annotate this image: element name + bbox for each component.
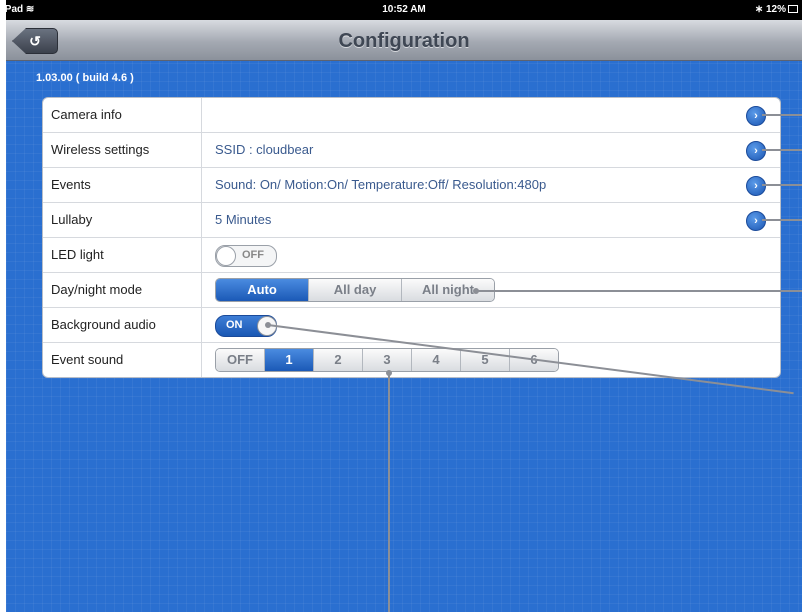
disclosure-icon[interactable]: ›	[746, 141, 766, 161]
disclosure-icon[interactable]: ›	[746, 176, 766, 196]
callout-line	[476, 290, 802, 292]
bluetooth-icon: ∗	[754, 4, 764, 15]
row-label: Day/night mode	[51, 282, 143, 297]
settings-table: Camera info › Wireless settings SSID : c…	[42, 97, 781, 378]
toggle-label: OFF	[242, 249, 264, 261]
segment-1[interactable]: 1	[265, 349, 314, 371]
row-camera-info[interactable]: Camera info ›	[43, 98, 780, 133]
version-label: 1.03.00 ( build 4.6 )	[36, 72, 134, 84]
segment-off[interactable]: OFF	[216, 349, 265, 371]
row-event-sound: Event sound OFF 1 2 3 4 5 6	[43, 343, 780, 377]
segment-all-day[interactable]: All day	[309, 279, 402, 301]
row-background-audio: Background audio ON	[43, 308, 780, 343]
row-label: Camera info	[51, 107, 122, 122]
segment-4[interactable]: 4	[412, 349, 461, 371]
disclosure-icon[interactable]: ›	[746, 106, 766, 126]
disclosure-icon[interactable]: ›	[746, 211, 766, 231]
segment-2[interactable]: 2	[314, 349, 363, 371]
toggle-knob	[216, 246, 236, 266]
row-value: SSID : cloudbear	[215, 142, 314, 157]
battery-icon	[788, 5, 798, 13]
row-label: Events	[51, 177, 91, 192]
led-light-toggle[interactable]: OFF	[215, 245, 277, 267]
segment-3[interactable]: 3	[363, 349, 412, 371]
day-night-segmented-control: Auto All day All night	[215, 278, 495, 302]
app-screen: iPad ≋ 10:52 AM ∗ 12% ↺ Configuration 1.…	[6, 0, 802, 612]
callout-line	[762, 219, 802, 221]
navigation-bar: ↺ Configuration	[6, 20, 802, 61]
toggle-label: ON	[226, 319, 243, 331]
event-sound-segmented-control: OFF 1 2 3 4 5 6	[215, 348, 559, 372]
segment-auto[interactable]: Auto	[216, 279, 309, 301]
callout-dot	[265, 322, 271, 328]
status-time: 10:52 AM	[382, 4, 426, 15]
row-led-light: LED light OFF	[43, 238, 780, 273]
row-events[interactable]: Events Sound: On/ Motion:On/ Temperature…	[43, 168, 780, 203]
row-label: Lullaby	[51, 212, 93, 227]
callout-line	[762, 184, 802, 186]
row-label: Wireless settings	[51, 142, 150, 157]
callout-dot	[386, 370, 392, 376]
row-wireless-settings[interactable]: Wireless settings SSID : cloudbear ›	[43, 133, 780, 168]
row-label: LED light	[51, 247, 104, 262]
row-value: Sound: On/ Motion:On/ Temperature:Off/ R…	[215, 177, 547, 192]
callout-dot	[473, 288, 479, 294]
callout-line	[762, 149, 802, 151]
row-lullaby[interactable]: Lullaby 5 Minutes ›	[43, 203, 780, 238]
callout-line	[762, 114, 802, 116]
battery-percent: 12%	[765, 4, 786, 15]
row-label: Background audio	[51, 317, 156, 332]
row-label: Event sound	[51, 352, 124, 367]
page-title: Configuration	[338, 30, 470, 52]
row-value: 5 Minutes	[215, 212, 272, 227]
callout-line	[388, 373, 390, 612]
status-bar: iPad ≋ 10:52 AM ∗ 12%	[6, 0, 802, 20]
